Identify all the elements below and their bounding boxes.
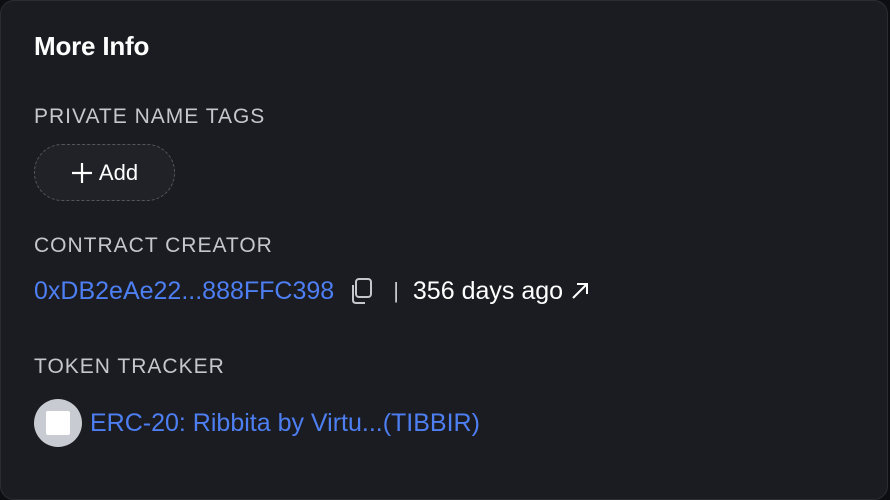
- contract-creator-label: CONTRACT CREATOR: [34, 234, 273, 257]
- token-tracker-row: ERC-20: Ribbita by Virtu...(TIBBIR): [34, 399, 480, 447]
- add-private-tag-button[interactable]: Add: [34, 144, 175, 201]
- more-info-card: More Info PRIVATE NAME TAGS Add CONTRACT…: [0, 0, 888, 500]
- plus-icon: [71, 162, 93, 184]
- copy-icon[interactable]: [348, 277, 374, 305]
- creator-address-link[interactable]: 0xDB2eAe22...888FFC398: [34, 277, 334, 306]
- token-tracker-label: TOKEN TRACKER: [34, 355, 225, 378]
- token-name-link[interactable]: ERC-20: Ribbita by Virtu...(TIBBIR): [90, 409, 480, 438]
- token-logo-icon: [34, 399, 82, 447]
- card-title: More Info: [34, 31, 150, 61]
- add-button-label: Add: [98, 159, 139, 185]
- private-name-tags-label: PRIVATE NAME TAGS: [34, 105, 266, 128]
- separator: |: [393, 278, 399, 303]
- external-arrow-icon[interactable]: [570, 281, 590, 301]
- contract-creator-row: 0xDB2eAe22...888FFC398 | 356 days ago: [34, 271, 590, 311]
- creation-age[interactable]: 356 days ago: [413, 277, 563, 306]
